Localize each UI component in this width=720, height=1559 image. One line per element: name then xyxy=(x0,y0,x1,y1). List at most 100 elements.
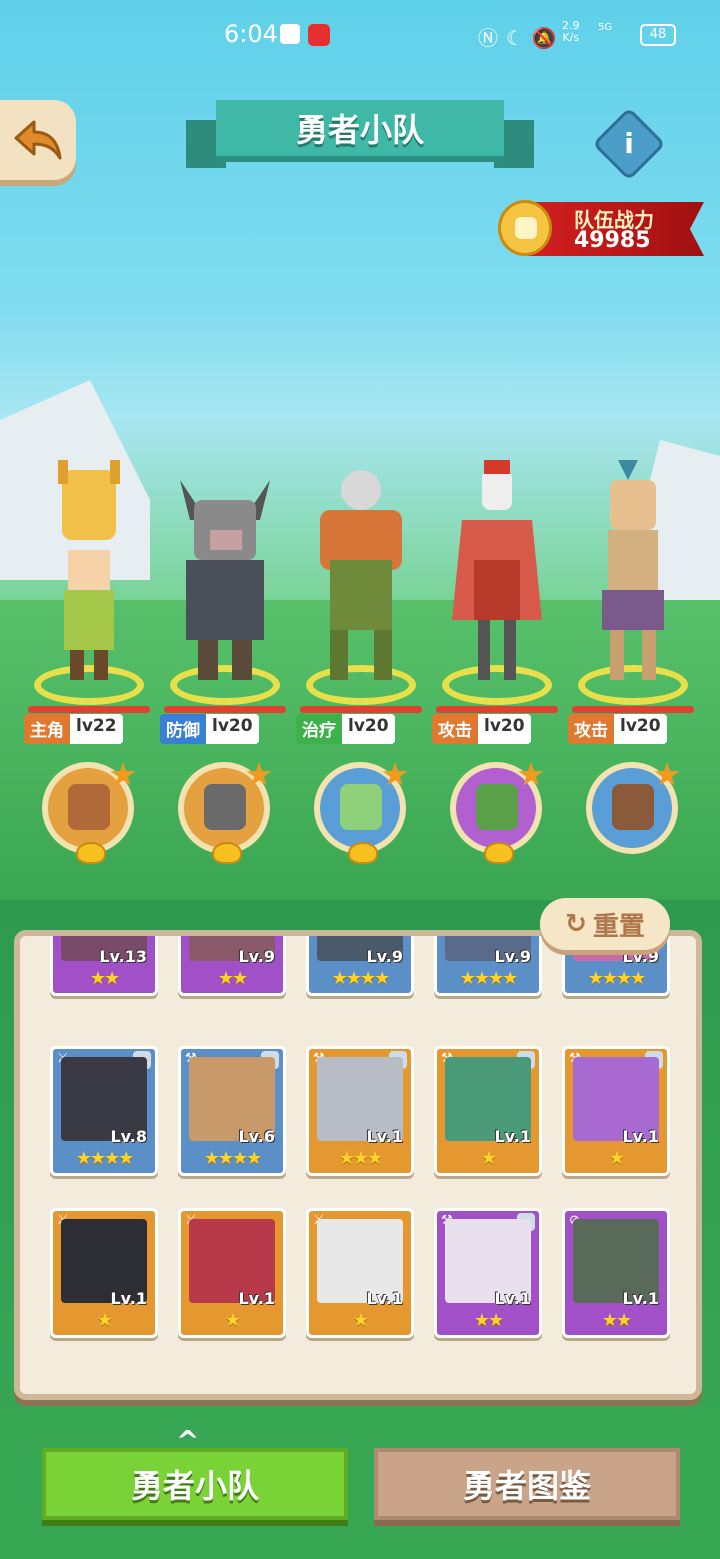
reset-button[interactable]: ↻ 重置 xyxy=(540,898,670,950)
hero-card-stars: ★★★★ xyxy=(459,968,519,989)
battery-indicator: 48 xyxy=(640,24,676,46)
hero-slot-5[interactable]: 攻击 lv20 xyxy=(568,440,698,744)
hero-slot-3[interactable]: 治疗 lv20 xyxy=(296,440,426,744)
system-icons: Ⓝ☾🔕 xyxy=(478,26,565,50)
info-icon: i xyxy=(624,127,634,160)
hero-card-stars: ★★★★ xyxy=(203,1148,263,1169)
hero-card-level: Lv.8 xyxy=(110,1127,147,1146)
hero-card[interactable]: ⊘ Lv.1 ★★ xyxy=(562,1208,670,1338)
pet-slot-2[interactable] xyxy=(178,762,272,864)
team-power-badge: 队伍战力 49985 xyxy=(498,190,710,262)
hero-card-stars: ★ xyxy=(224,1310,241,1331)
upgrade-arrow-icon xyxy=(348,842,378,864)
pet-slot-5[interactable] xyxy=(586,762,680,854)
back-arrow-icon xyxy=(14,120,62,160)
hero-card-level: Lv.9 xyxy=(366,947,403,966)
stone-pet-icon xyxy=(204,784,246,830)
hero-card[interactable]: ⚒ Lv.1 ★★★ xyxy=(306,1046,414,1176)
reset-label: 重置 xyxy=(592,911,645,942)
hero-card[interactable]: ⚔ Lv.1 ★ xyxy=(50,1208,158,1338)
hero-card[interactable]: ⚒ Lv.1 ★ xyxy=(562,1046,670,1176)
goblin-pet-icon xyxy=(476,784,518,830)
hero-roster-panel[interactable]: Lv.13 ★★ Lv.9 ★★ Lv.9 ★★★★ Lv.9 ★★★★ Lv.… xyxy=(14,930,702,1400)
hero-card-stars: ★ xyxy=(480,1148,497,1169)
hero-hp-bar xyxy=(28,706,150,713)
pet-slot-3[interactable] xyxy=(314,762,408,864)
hero-card-level: Lv.13 xyxy=(99,947,147,966)
hero-figure xyxy=(320,470,402,680)
hero-slot-4[interactable]: 攻击 lv20 xyxy=(432,440,562,744)
hero-card-stars: ★★ xyxy=(217,968,248,989)
info-button[interactable]: i xyxy=(592,107,666,181)
hero-level: lv20 xyxy=(478,714,531,744)
status-bar: 6:04 Ⓝ☾🔕 2.9 K/s 5G 48 xyxy=(0,0,720,70)
hero-card[interactable]: Lv.9 ★★ xyxy=(178,936,286,996)
hero-slot-2[interactable]: 防御 lv20 xyxy=(160,440,290,744)
hero-card-level: Lv.1 xyxy=(622,1289,659,1308)
tree-pet-icon xyxy=(68,784,110,830)
hero-card[interactable]: Lv.13 ★★ xyxy=(50,936,158,996)
hero-card-level: Lv.1 xyxy=(494,1127,531,1146)
hero-card[interactable]: Lv.9 ★★★★ xyxy=(306,936,414,996)
back-button[interactable] xyxy=(0,100,76,180)
hero-card-stars: ★★★ xyxy=(338,1148,383,1169)
hero-level: lv20 xyxy=(614,714,667,744)
hero-card-stars: ★ xyxy=(608,1148,625,1169)
tab-hero-team[interactable]: 勇者小队 xyxy=(42,1448,348,1520)
hero-level: lv22 xyxy=(70,714,123,744)
hero-hp-bar xyxy=(572,706,694,713)
hero-card[interactable]: ⚔ Lv.8 ★★★★ xyxy=(50,1046,158,1176)
team-power-value: 49985 xyxy=(574,228,651,253)
hero-level: lv20 xyxy=(206,714,259,744)
hero-card-stars: ★★ xyxy=(601,1310,632,1331)
turtle-pet-icon xyxy=(340,784,382,830)
hero-level: lv20 xyxy=(342,714,395,744)
reset-icon: ↻ xyxy=(565,909,587,939)
hero-card[interactable]: ⚔ Lv.1 ★ xyxy=(178,1208,286,1338)
hero-figure xyxy=(180,480,270,680)
pet-slot-4[interactable] xyxy=(450,762,544,864)
hero-card-stars: ★ xyxy=(96,1310,113,1331)
hero-card[interactable]: ⚒ Lv.1 ★★ xyxy=(434,1208,542,1338)
network-speed: 2.9 K/s xyxy=(562,19,580,44)
hero-hp-bar xyxy=(300,706,422,713)
hero-role: 攻击 xyxy=(568,714,614,744)
upgrade-arrow-icon xyxy=(484,842,514,864)
hero-card[interactable]: ⚒ Lv.1 ★ xyxy=(434,1046,542,1176)
hero-card-stars: ★★★★ xyxy=(331,968,391,989)
boar-pet-icon xyxy=(612,784,654,830)
hero-card-stars: ★★ xyxy=(89,968,120,989)
hero-figure xyxy=(602,460,664,680)
hero-figure xyxy=(58,460,120,680)
pet-slot-1[interactable] xyxy=(42,762,136,864)
hero-card-level: Lv.1 xyxy=(366,1127,403,1146)
clock: 6:04 xyxy=(224,20,278,48)
hero-card-stars: ★★★★ xyxy=(75,1148,135,1169)
hero-card-level: Lv.1 xyxy=(366,1289,403,1308)
upgrade-arrow-icon xyxy=(212,842,242,864)
hero-role: 治疗 xyxy=(296,714,342,744)
page-title: 勇者小队 xyxy=(295,111,424,149)
hero-hp-bar xyxy=(436,706,558,713)
hero-card-level: Lv.1 xyxy=(110,1289,147,1308)
hero-card-stars: ★★ xyxy=(473,1310,504,1331)
hero-role: 攻击 xyxy=(432,714,478,744)
hero-card-level: Lv.1 xyxy=(622,1127,659,1146)
hero-card-stars: ★★★★ xyxy=(587,968,647,989)
hero-slot-1[interactable]: 主角 lv22 xyxy=(24,440,154,744)
hero-card-level: Lv.6 xyxy=(238,1127,275,1146)
hero-card-level: Lv.1 xyxy=(494,1289,531,1308)
page-title-banner: 勇者小队 xyxy=(186,100,534,172)
hero-role: 主角 xyxy=(24,714,70,744)
hero-card[interactable]: ⚒ Lv.6 ★★★★ xyxy=(178,1046,286,1176)
hero-card[interactable]: Lv.9 ★★★★ xyxy=(434,936,542,996)
hero-card-level: Lv.9 xyxy=(238,947,275,966)
app-notification-icon xyxy=(308,24,330,46)
hero-card-level: Lv.9 xyxy=(494,947,531,966)
hero-card[interactable]: ⚔ Lv.1 ★ xyxy=(306,1208,414,1338)
app-notification-icon xyxy=(280,24,300,44)
fist-icon xyxy=(498,200,552,256)
network-type: 5G xyxy=(598,22,613,33)
tab-hero-codex[interactable]: 勇者图鉴 xyxy=(374,1448,680,1520)
tab-label: 勇者小队 xyxy=(130,1467,259,1505)
